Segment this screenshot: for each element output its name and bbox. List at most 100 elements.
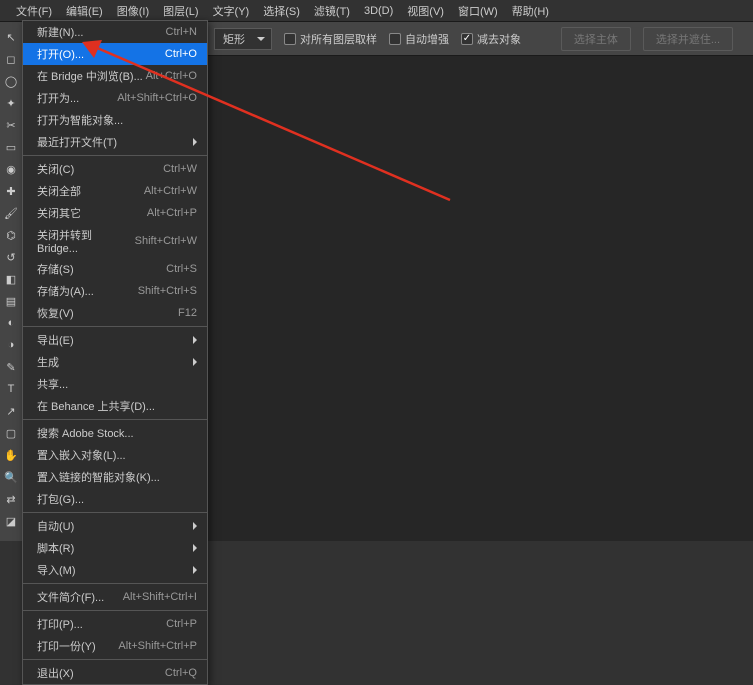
menu-item[interactable]: 置入嵌入对象(L)... [23, 444, 207, 466]
menu-separator [23, 512, 207, 513]
menu-item[interactable]: 生成 [23, 351, 207, 373]
menu-item-shortcut: Ctrl+W [163, 163, 197, 175]
menu-item[interactable]: 新建(N)...Ctrl+N [23, 21, 207, 43]
menu-v[interactable]: 视图(V) [407, 3, 444, 19]
select-subject-button[interactable]: 选择主体 [561, 27, 631, 51]
menu-item[interactable]: 在 Bridge 中浏览(B)...Alt+Ctrl+O [23, 65, 207, 87]
menu-item-label: 搜索 Adobe Stock... [37, 425, 134, 441]
menu-item[interactable]: 存储为(A)...Shift+Ctrl+S [23, 280, 207, 302]
menu-item-label: 打包(G)... [37, 491, 84, 507]
sample-all-layers-checkbox[interactable]: 对所有图层取样 [284, 31, 377, 47]
menu-f[interactable]: 文件(F) [16, 3, 52, 19]
menu-separator [23, 659, 207, 660]
auto-enhance-checkbox[interactable]: 自动增强 [389, 31, 449, 47]
menu-item[interactable]: 在 Behance 上共享(D)... [23, 395, 207, 417]
menu-item-label: 在 Bridge 中浏览(B)... [37, 68, 143, 84]
menu-item-label: 关闭其它 [37, 205, 81, 221]
menu-item-shortcut: Ctrl+Q [165, 667, 197, 679]
menu-item-shortcut: Ctrl+P [166, 618, 197, 630]
menu-item-label: 脚本(R) [37, 540, 74, 556]
tool-lasso[interactable]: ◯ [2, 72, 20, 90]
tool-color[interactable]: ◪ [2, 512, 20, 530]
menu-item[interactable]: 退出(X) Ctrl+Q [23, 662, 207, 684]
menu-item-label: 打开(O)... [37, 46, 84, 62]
menu-w[interactable]: 窗口(W) [458, 3, 498, 19]
menu-item[interactable]: 共享... [23, 373, 207, 395]
subtract-object-checkbox[interactable]: 减去对象 [461, 31, 521, 47]
menu-item[interactable]: 关闭(C)Ctrl+W [23, 158, 207, 180]
menu-t[interactable]: 滤镜(T) [314, 3, 350, 19]
tool-gradient[interactable]: ▤ [2, 292, 20, 310]
tool-type[interactable]: T [2, 380, 20, 398]
menu-item[interactable]: 自动(U) [23, 515, 207, 537]
menu-item[interactable]: 关闭其它Alt+Ctrl+P [23, 202, 207, 224]
menu-h[interactable]: 帮助(H) [512, 3, 549, 19]
menu-e[interactable]: 编辑(E) [66, 3, 103, 19]
checkbox-icon [461, 33, 473, 45]
menu-item-shortcut: Alt+Shift+Ctrl+P [118, 640, 197, 652]
checkbox-label: 对所有图层取样 [300, 31, 377, 47]
tool-swap[interactable]: ⇄ [2, 490, 20, 508]
menu-item[interactable]: 导入(M) [23, 559, 207, 581]
menu-item-shortcut: Alt+Shift+Ctrl+I [123, 591, 197, 603]
tool-dodge[interactable]: ◑ [2, 336, 20, 354]
menu-separator [23, 326, 207, 327]
menu-item[interactable]: 脚本(R) [23, 537, 207, 559]
menu-separator [23, 155, 207, 156]
menu-item[interactable]: 打包(G)... [23, 488, 207, 510]
menu-l[interactable]: 图层(L) [163, 3, 198, 19]
menu-item[interactable]: 打开为智能对象... [23, 109, 207, 131]
toolbar: ↖ ◻ ◯ ✦ ✂ ▭ ◉ ✚ 🖌 ⌬ ↺ ◧ ▤ ◐ ◑ ✎ T ↗ ▢ ✋ 🔍 ⇄ ◪ [0, 22, 22, 541]
tool-eyedropper[interactable]: ◉ [2, 160, 20, 178]
select-and-mask-button[interactable]: 选择并遮住... [643, 27, 733, 51]
menu-item-label: 生成 [37, 354, 59, 370]
tool-wand[interactable]: ✦ [2, 94, 20, 112]
menu-item-label: 共享... [37, 376, 68, 392]
checkbox-icon [389, 33, 401, 45]
tool-move[interactable]: ↖ [2, 28, 20, 46]
menu-item-label: 在 Behance 上共享(D)... [37, 398, 155, 414]
tool-rectangle[interactable]: ▢ [2, 424, 20, 442]
menu-item[interactable]: 最近打开文件(T) [23, 131, 207, 153]
menu-y[interactable]: 文字(Y) [213, 3, 250, 19]
tool-zoom[interactable]: 🔍 [2, 468, 20, 486]
menu-item-label: 退出(X) [37, 665, 74, 681]
menu-item-label: 打印(P)... [37, 616, 83, 632]
tool-brush[interactable]: 🖌 [2, 204, 20, 222]
menu-s[interactable]: 选择(S) [263, 3, 300, 19]
menu-item[interactable]: 存储(S)Ctrl+S [23, 258, 207, 280]
menu-item-label: 导出(E) [37, 332, 74, 348]
tool-heal[interactable]: ✚ [2, 182, 20, 200]
tool-eraser[interactable]: ◧ [2, 270, 20, 288]
menu-item[interactable]: 打印一份(Y) Alt+Shift+Ctrl+P [23, 635, 207, 657]
tool-history[interactable]: ↺ [2, 248, 20, 266]
menu-item-label: 最近打开文件(T) [37, 134, 117, 150]
menu-item[interactable]: 关闭并转到 Bridge...Shift+Ctrl+W [23, 224, 207, 258]
menu-item-label: 打开为智能对象... [37, 112, 123, 128]
shape-select[interactable]: 矩形 [214, 28, 272, 50]
menu-item-label: 关闭并转到 Bridge... [37, 227, 135, 255]
tool-blur[interactable]: ◐ [2, 314, 20, 332]
menu-item[interactable]: 打印(P)... Ctrl+P [23, 613, 207, 635]
menu-item-shortcut: Ctrl+O [165, 48, 197, 60]
tool-stamp[interactable]: ⌬ [2, 226, 20, 244]
tool-pen[interactable]: ✎ [2, 358, 20, 376]
menu-item[interactable]: 搜索 Adobe Stock... [23, 422, 207, 444]
menu-item[interactable]: 导出(E) [23, 329, 207, 351]
menu-i[interactable]: 图像(I) [117, 3, 149, 19]
tool-hand[interactable]: ✋ [2, 446, 20, 464]
menu-item[interactable]: 打开(O)... Ctrl+O [23, 43, 207, 65]
menu-item[interactable]: 关闭全部Alt+Ctrl+W [23, 180, 207, 202]
menu-item[interactable]: 文件简介(F)...Alt+Shift+Ctrl+I [23, 586, 207, 608]
menu-dd[interactable]: 3D(D) [364, 5, 393, 17]
file-menu-dropdown: 新建(N)...Ctrl+N 打开(O)... Ctrl+O 在 Bridge 中浏览… [22, 20, 208, 685]
menu-item-label: 置入嵌入对象(L)... [37, 447, 126, 463]
tool-frame[interactable]: ▭ [2, 138, 20, 156]
tool-marquee[interactable]: ◻ [2, 50, 20, 68]
tool-crop[interactable]: ✂ [2, 116, 20, 134]
tool-path[interactable]: ↗ [2, 402, 20, 420]
menu-item[interactable]: 置入链接的智能对象(K)... [23, 466, 207, 488]
menu-item[interactable]: 打开为...Alt+Shift+Ctrl+O [23, 87, 207, 109]
menu-item[interactable]: 恢复(V)F12 [23, 302, 207, 324]
menu-item-label: 打印一份(Y) [37, 638, 96, 654]
